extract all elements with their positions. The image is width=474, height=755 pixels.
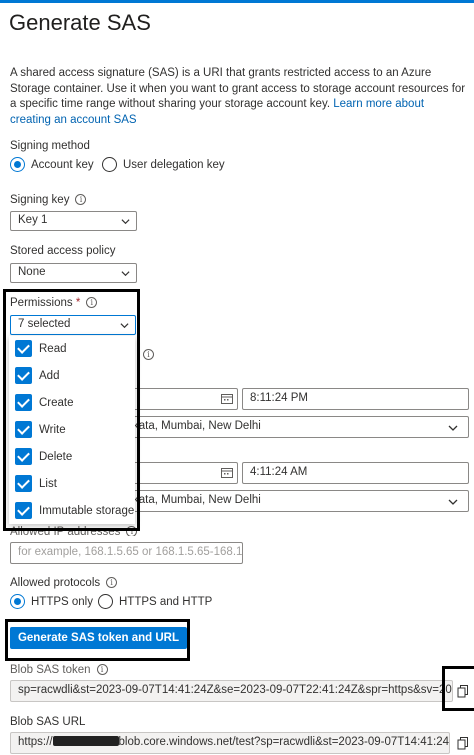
radio-dot xyxy=(98,594,113,609)
blob-sas-token-label-text: Blob SAS token xyxy=(10,664,91,676)
calendar-icon xyxy=(221,468,233,478)
start-time-input[interactable]: 8:11:24 PM xyxy=(242,388,469,410)
chevron-down-icon xyxy=(121,271,130,277)
expiry-date-input[interactable] xyxy=(125,462,238,484)
signing-key-value: Key 1 xyxy=(18,214,48,226)
start-timezone-select[interactable]: kata, Mumbai, New Delhi xyxy=(125,416,469,438)
calendar-icon xyxy=(221,394,233,404)
info-icon[interactable]: i xyxy=(106,577,118,588)
allowed-ip-input[interactable]: for example, 168.1.5.65 or 168.1.5.65-16… xyxy=(10,542,243,564)
signing-key-label: Signing key i xyxy=(10,194,87,206)
allowed-ip-placeholder: for example, 168.1.5.65 or 168.1.5.65-16… xyxy=(18,546,243,558)
blob-sas-url-label: Blob SAS URL xyxy=(10,716,86,728)
top-accent-bar xyxy=(0,0,474,3)
blob-sas-token-value: sp=racwdli&st=2023-09-07T14:41:24Z&se=20… xyxy=(18,684,453,696)
radio-label: User delegation key xyxy=(123,158,225,171)
chevron-down-icon xyxy=(121,219,130,225)
radio-label: HTTPS only xyxy=(31,595,93,608)
info-icon[interactable]: i xyxy=(75,194,87,205)
radio-dot xyxy=(10,594,25,609)
radio-label: Account key xyxy=(31,158,94,171)
allowed-protocols-label-text: Allowed protocols xyxy=(10,577,101,589)
radio-https-and-http[interactable]: HTTPS and HTTP xyxy=(98,594,212,609)
expiry-time-input[interactable]: 4:11:24 AM xyxy=(242,462,469,484)
copy-icon[interactable] xyxy=(456,736,470,750)
radio-dot xyxy=(10,157,25,172)
info-icon[interactable]: i xyxy=(143,349,154,360)
info-icon[interactable]: i xyxy=(96,664,108,675)
stored-access-policy-select[interactable]: None xyxy=(10,263,137,283)
blob-sas-token-field[interactable]: sp=racwdli&st=2023-09-07T14:41:24Z&se=20… xyxy=(10,680,453,702)
blob-sas-url-field[interactable]: https:// blob.core.windows.net/test?sp=ra… xyxy=(10,732,450,754)
radio-https-only[interactable]: HTTPS only xyxy=(10,594,93,609)
blob-sas-url-value: blob.core.windows.net/test?sp=racwdli&st… xyxy=(118,736,450,748)
start-timezone-value: kata, Mumbai, New Delhi xyxy=(133,420,261,432)
radio-dot xyxy=(102,157,117,172)
highlight-box-copy xyxy=(442,666,474,711)
allowed-protocols-label: Allowed protocols i xyxy=(10,577,118,589)
radio-label: HTTPS and HTTP xyxy=(119,595,213,608)
chevron-down-icon xyxy=(448,425,458,431)
start-date-input[interactable] xyxy=(125,388,238,410)
highlight-box-generate xyxy=(5,619,190,661)
description: A shared access signature (SAS) is a URI… xyxy=(10,66,466,128)
redacted-account-name xyxy=(52,736,119,746)
page-title: Generate SAS xyxy=(9,10,151,35)
radio-account-key[interactable]: Account key xyxy=(10,157,94,172)
start-time-value: 8:11:24 PM xyxy=(250,392,308,404)
blob-sas-token-label: Blob SAS token i xyxy=(10,664,108,676)
stored-access-policy-label: Stored access policy xyxy=(10,245,116,257)
stored-access-policy-value: None xyxy=(18,266,46,278)
highlight-box-permissions xyxy=(3,289,140,531)
expiry-timezone-select[interactable]: kata, Mumbai, New Delhi xyxy=(125,490,469,512)
radio-user-delegation-key[interactable]: User delegation key xyxy=(102,157,225,172)
signing-method-label: Signing method xyxy=(10,140,90,152)
chevron-down-icon xyxy=(448,499,458,505)
blob-sas-url-prefix: https:// xyxy=(18,736,53,748)
signing-key-label-text: Signing key xyxy=(10,194,70,206)
expiry-time-value: 4:11:24 AM xyxy=(250,466,308,478)
expiry-timezone-value: kata, Mumbai, New Delhi xyxy=(133,494,261,506)
signing-key-select[interactable]: Key 1 xyxy=(10,211,137,231)
